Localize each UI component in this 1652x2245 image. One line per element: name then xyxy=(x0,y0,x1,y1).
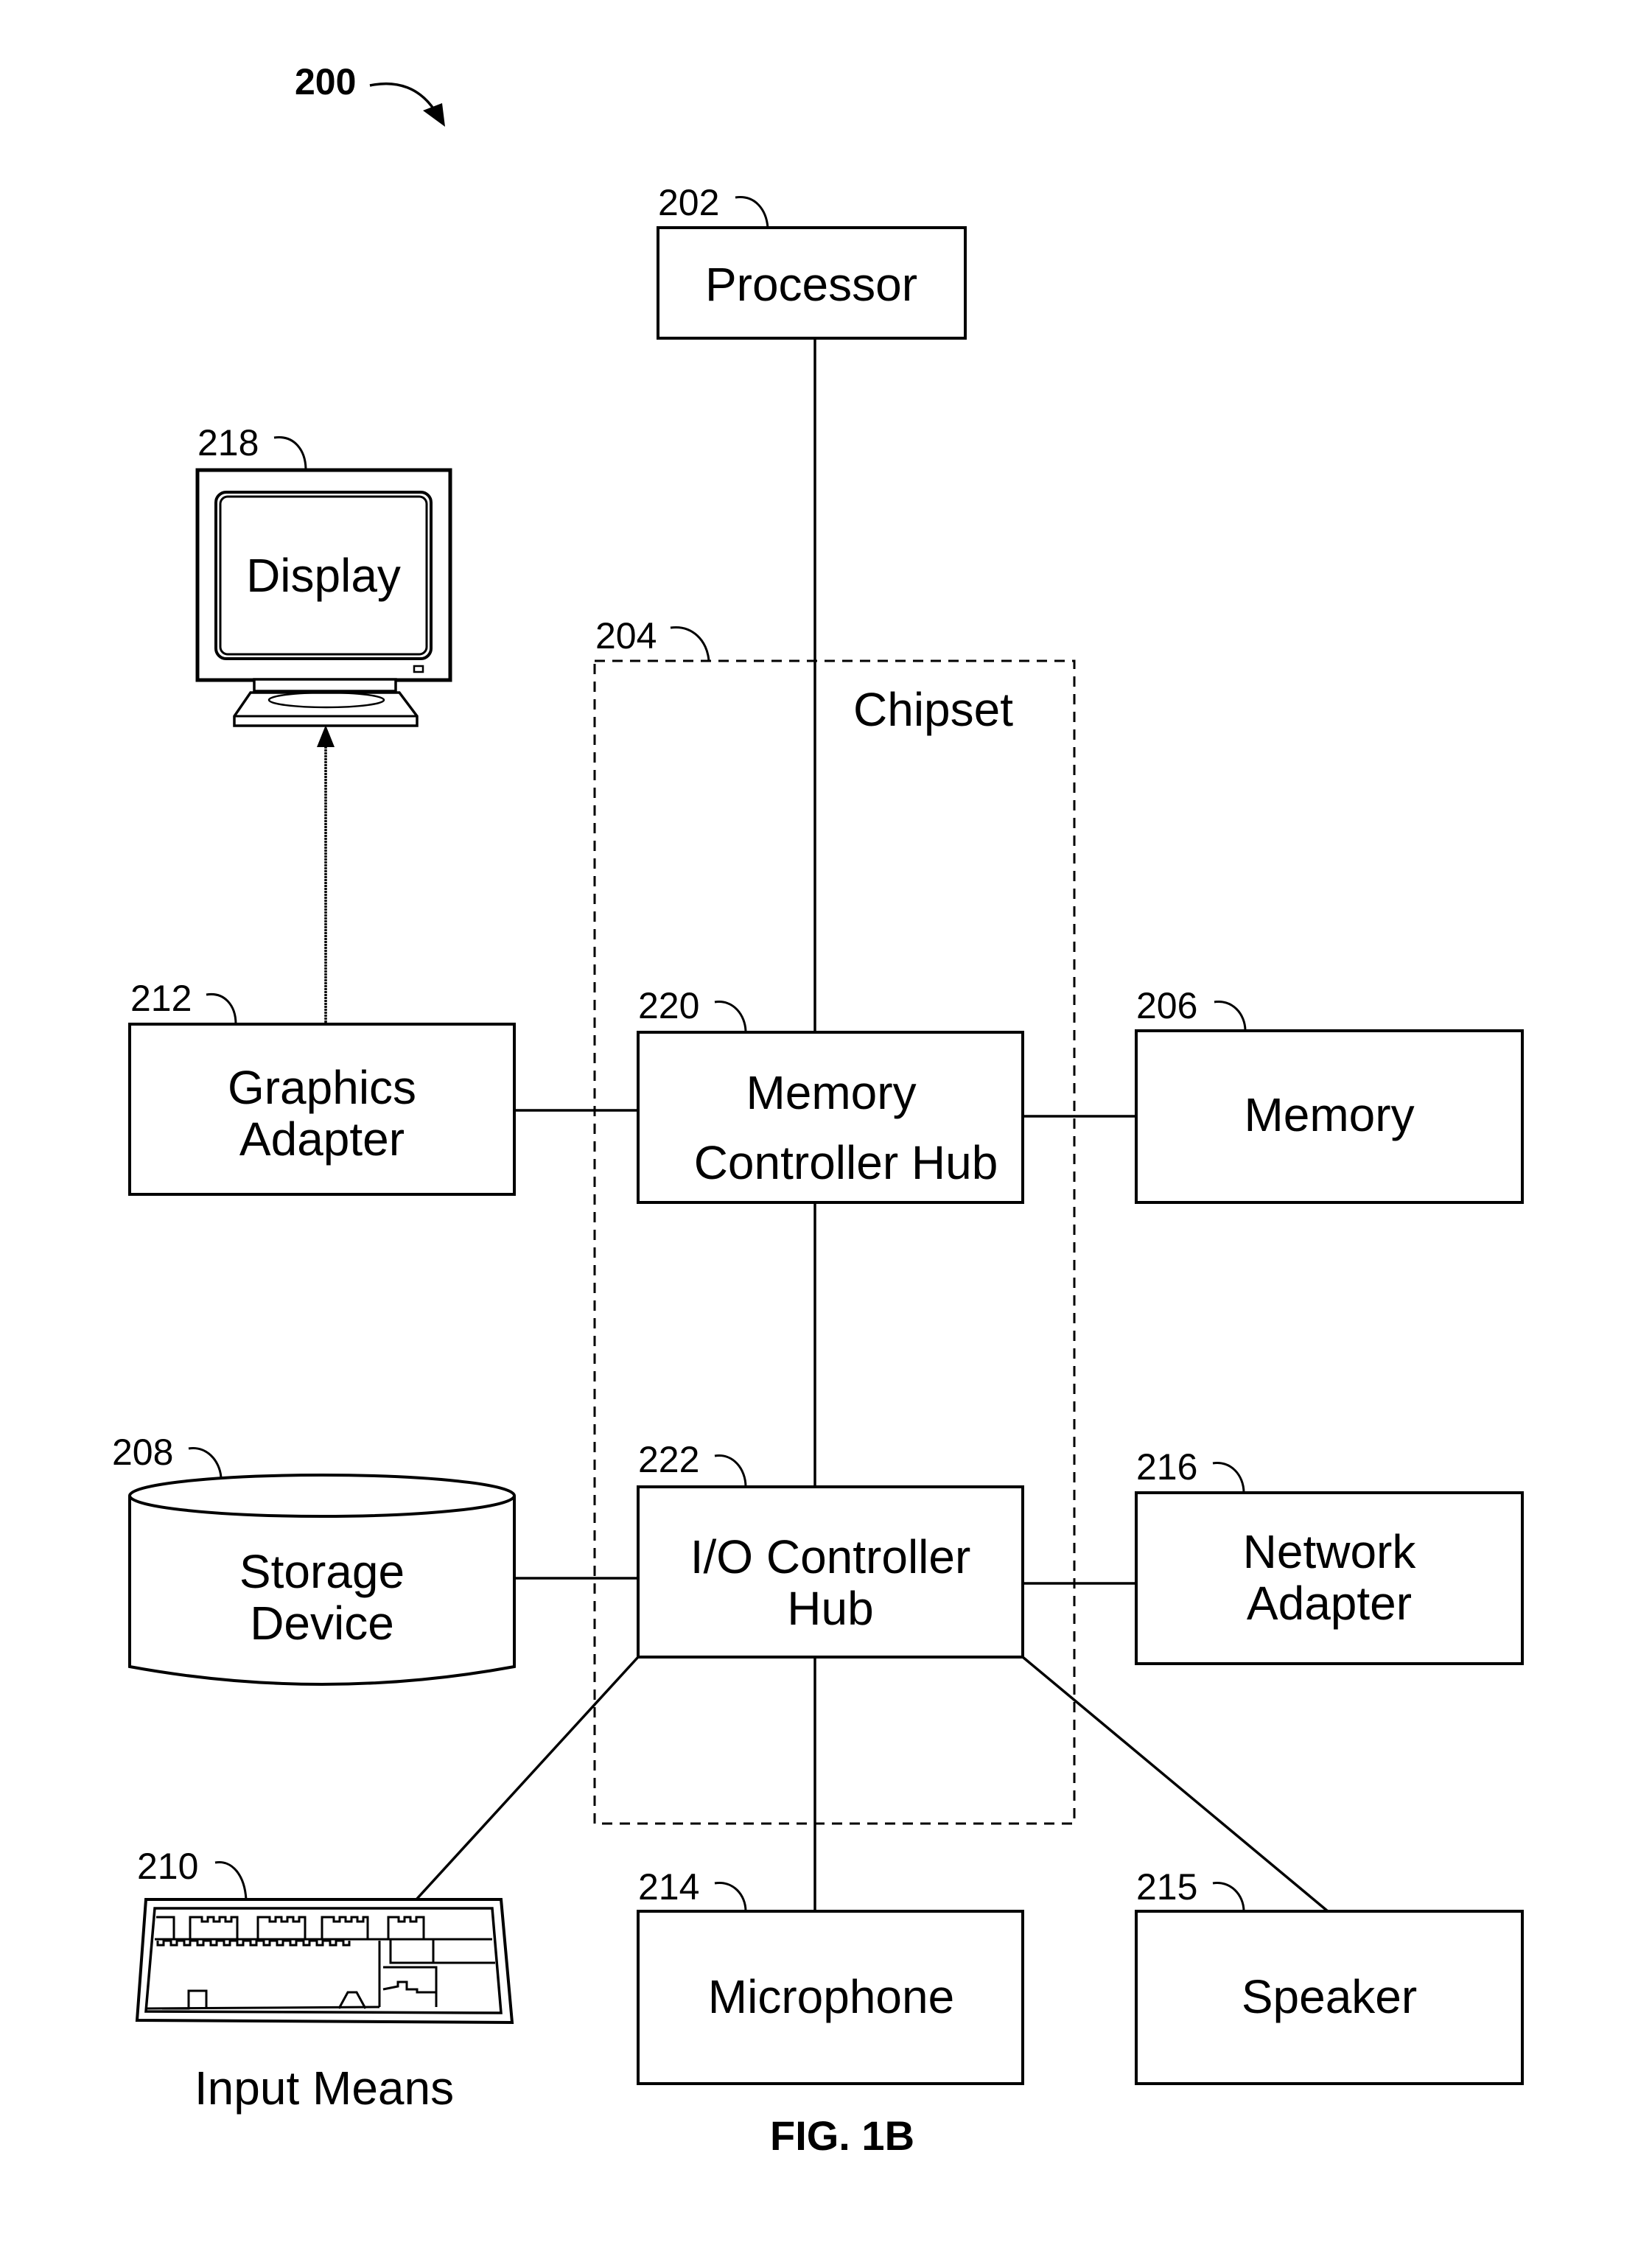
input-means-label: Input Means xyxy=(195,2062,454,2115)
processor-block: Processor 202 xyxy=(657,182,967,340)
storage-label-line2: Device xyxy=(250,1597,394,1650)
processor-ref: 202 xyxy=(658,182,719,223)
speaker-label: Speaker xyxy=(1242,1970,1417,2023)
mch-label-line2: Controller Hub xyxy=(694,1136,998,1189)
ioch-label-line1: I/O Controller xyxy=(690,1530,971,1583)
block-diagram: 200 Chipset 204 Processor 202 Display 21… xyxy=(112,61,1524,2159)
chipset-ref: 204 xyxy=(595,615,657,656)
graphics-adapter-label-line1: Graphics xyxy=(228,1061,416,1114)
figure-pointer-arrow xyxy=(369,82,436,111)
mch-ref-leader xyxy=(714,1001,747,1033)
mch-block: Memory Controller Hub 220 xyxy=(637,985,1024,1204)
memory-ref: 206 xyxy=(1136,985,1197,1026)
display-block: Display 218 xyxy=(195,422,452,727)
chipset-ref-leader xyxy=(670,626,710,662)
display-ref-leader xyxy=(273,436,307,471)
graphics-adapter-label-line2: Adapter xyxy=(239,1113,405,1166)
monitor-neck xyxy=(253,678,397,693)
figure-number: 200 xyxy=(295,61,356,102)
network-adapter-block: Network Adapter 216 xyxy=(1135,1446,1524,1665)
ioch-ref: 222 xyxy=(638,1439,699,1480)
network-adapter-label-line1: Network xyxy=(1243,1525,1417,1578)
graphics-adapter-block: Graphics Adapter 212 xyxy=(128,978,516,1196)
network-adapter-ref: 216 xyxy=(1136,1446,1197,1488)
memory-ref-leader xyxy=(1214,1001,1247,1032)
figure-caption: FIG. 1B xyxy=(770,2112,914,2159)
storage-cylinder-top xyxy=(128,1474,516,1518)
chipset-label: Chipset xyxy=(853,683,1013,736)
storage-ref-leader xyxy=(188,1447,223,1478)
storage-ref: 208 xyxy=(112,1432,173,1473)
memory-label: Memory xyxy=(1244,1088,1414,1141)
network-adapter-label-line2: Adapter xyxy=(1247,1577,1412,1630)
processor-ref-leader xyxy=(735,196,769,228)
mch-ref: 220 xyxy=(638,985,699,1026)
display-label: Display xyxy=(246,549,401,602)
storage-label-line1: Storage xyxy=(239,1545,405,1598)
figure-pointer-arrowhead xyxy=(423,103,445,127)
microphone-label: Microphone xyxy=(708,1970,954,2023)
microphone-ref: 214 xyxy=(638,1866,699,1908)
mch-label-line1: Memory xyxy=(746,1066,916,1119)
network-adapter-ref-leader xyxy=(1212,1462,1245,1493)
ioch-label-line2: Hub xyxy=(787,1582,873,1635)
speaker-ref: 215 xyxy=(1136,1866,1197,1908)
microphone-block: Microphone 214 xyxy=(637,1866,1024,2085)
memory-block: Memory 206 xyxy=(1135,985,1524,1204)
microphone-ref-leader xyxy=(714,1882,747,1912)
graphics-adapter-ref: 212 xyxy=(130,978,192,1019)
speaker-ref-leader xyxy=(1212,1882,1245,1912)
display-arrowhead xyxy=(317,725,335,747)
graphics-adapter-ref-leader xyxy=(206,992,237,1025)
processor-label: Processor xyxy=(705,258,917,311)
ioch-block: I/O Controller Hub 222 xyxy=(637,1439,1024,1659)
display-ref: 218 xyxy=(197,422,259,463)
monitor-base xyxy=(233,691,419,727)
input-means-ref: 210 xyxy=(137,1846,198,1887)
input-means-block: 210 Input Means xyxy=(135,1846,514,2115)
speaker-block: Speaker 215 xyxy=(1135,1866,1524,2085)
ioch-ref-leader xyxy=(714,1454,747,1488)
wire-ioch-input xyxy=(415,1656,640,1901)
input-means-ref-leader xyxy=(214,1861,248,1900)
storage-device-block: Storage Device 208 xyxy=(112,1432,516,1686)
